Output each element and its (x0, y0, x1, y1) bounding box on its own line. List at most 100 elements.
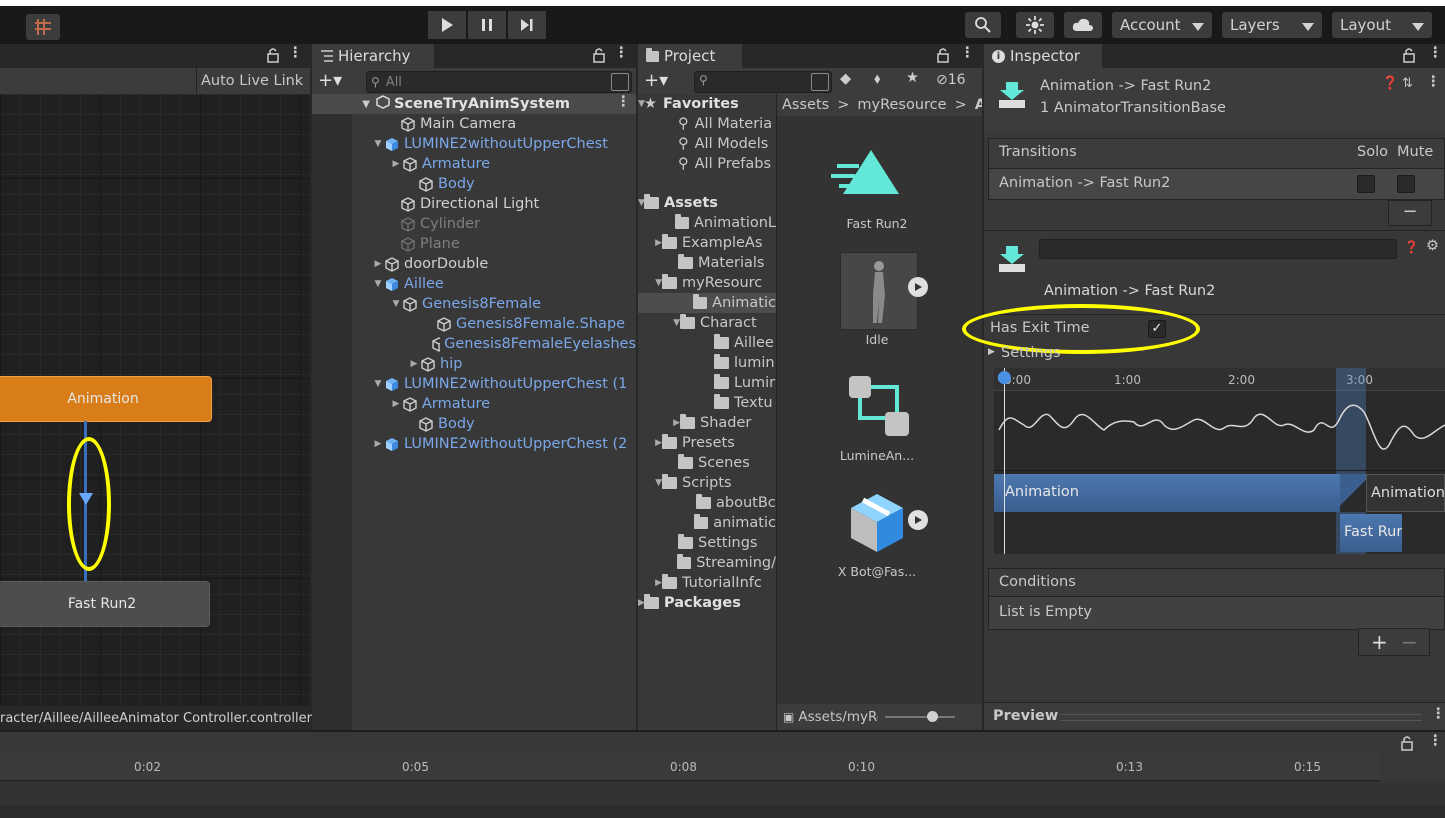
expand-arrow-icon[interactable]: ▶ (638, 438, 662, 448)
hidden-packages-toggle[interactable]: ⊘16 (936, 72, 966, 88)
lock-icon[interactable] (266, 47, 280, 67)
tab-inspector[interactable]: i Inspector (984, 44, 1102, 68)
playhead-marker-icon[interactable]: ⬤ (997, 370, 1012, 385)
project-tree-item[interactable]: ⚲ All Models (638, 134, 776, 154)
project-tree-item[interactable]: Materials (638, 253, 776, 273)
project-tree-item[interactable]: ▼ Charact (638, 313, 776, 333)
expand-arrow-icon[interactable]: ▼ (372, 139, 384, 149)
add-button[interactable]: +▾ (318, 70, 342, 91)
project-tree-item[interactable]: ▶ TutorialInfc (638, 573, 776, 593)
timeline-playhead[interactable] (1004, 368, 1005, 554)
favorite-star-icon[interactable]: ★ (906, 70, 919, 86)
play-preview-button[interactable] (908, 277, 928, 297)
timeline-clip-animation-next[interactable]: Animation (1366, 474, 1445, 512)
hierarchy-item[interactable]: Directional Light (388, 194, 636, 214)
filter-by-label-icon[interactable]: ⬧ (874, 71, 881, 87)
asset-xbot[interactable] (843, 486, 913, 556)
project-tree-item[interactable]: ▼ ★ Favorites (638, 94, 776, 114)
play-button[interactable] (428, 11, 466, 39)
expand-arrow-icon[interactable]: ▼ (638, 278, 662, 288)
expand-arrow-icon[interactable]: ▶ (390, 159, 402, 169)
hierarchy-item[interactable]: ▶ hip (408, 354, 636, 374)
project-tree-item[interactable]: ▶ Presets (638, 433, 776, 453)
account-dropdown[interactable]: Account (1112, 12, 1212, 38)
hierarchy-search-input[interactable]: ⚲ All (366, 71, 632, 93)
collab-button[interactable] (1016, 12, 1054, 38)
hierarchy-item[interactable]: Genesis8Female.Shape (424, 314, 636, 334)
preview-bar[interactable]: Preview ⋮ (984, 702, 1445, 731)
more-menu-icon[interactable]: ⋮ (1428, 733, 1443, 749)
hierarchy-item[interactable]: Body (406, 174, 636, 194)
lock-icon[interactable] (1402, 47, 1416, 67)
hierarchy-item[interactable]: ▼ Aillee (372, 274, 636, 294)
settings-foldout[interactable]: Settings (1001, 345, 1060, 361)
asset-fast-run2[interactable] (827, 146, 907, 226)
pause-button[interactable] (468, 11, 506, 39)
asset-lumine-animator[interactable] (847, 374, 911, 438)
search-filter-icon[interactable] (611, 73, 629, 91)
state-node-animation[interactable]: Animation (0, 376, 212, 422)
hierarchy-item[interactable]: Plane (388, 234, 636, 254)
transition-name-field[interactable] (1039, 239, 1397, 259)
project-tree-item[interactable]: animatic (638, 513, 776, 533)
project-tree-item[interactable]: ⚲ All Prefabs (638, 154, 776, 174)
asset-idle[interactable] (840, 252, 918, 330)
timeline-clip-animation[interactable]: Animation (994, 474, 1340, 512)
time-ruler[interactable]: 0:02 0:05 0:08 0:10 0:13 0:15 (0, 754, 1380, 781)
project-tree-item[interactable]: ▶ Shader (638, 413, 776, 433)
icon-size-slider-thumb[interactable] (927, 711, 938, 722)
step-button[interactable] (508, 11, 546, 39)
expand-arrow-icon[interactable]: ▶ (638, 238, 662, 248)
animator-graph[interactable]: Animation Fast Run2 (0, 94, 310, 706)
expand-arrow-icon[interactable]: ▶ (638, 578, 662, 588)
gear-icon[interactable]: ⚙ (1426, 238, 1439, 254)
project-tree-item[interactable]: Scenes (638, 453, 776, 473)
layers-dropdown[interactable]: Layers (1222, 12, 1322, 38)
hierarchy-item[interactable]: ▶ Armature (390, 154, 636, 174)
tab-hierarchy[interactable]: Hierarchy (312, 44, 434, 68)
remove-transition-button[interactable]: − (1388, 200, 1432, 226)
project-tree-item[interactable]: ▼ Assets (638, 193, 776, 213)
lock-icon[interactable] (592, 47, 606, 67)
more-menu-icon[interactable]: ⋮ (1426, 74, 1441, 90)
project-tree-item[interactable]: aboutBc (638, 493, 776, 513)
help-icon[interactable]: ❓ (1382, 76, 1398, 91)
scene-row[interactable]: ▼ SceneTryAnimSystem ⋮ (312, 94, 636, 114)
breadcrumb-current[interactable]: Ar (975, 97, 982, 113)
lock-icon[interactable] (936, 47, 950, 67)
state-node-fast-run2[interactable]: Fast Run2 (0, 581, 210, 627)
expand-arrow-icon[interactable]: ▼ (390, 299, 402, 309)
tab-project[interactable]: Project (638, 44, 742, 68)
more-menu-icon[interactable]: ⋮ (616, 94, 631, 110)
project-tree-item[interactable]: Textu (638, 393, 776, 413)
project-tree-item[interactable]: ▼ Scripts (638, 473, 776, 493)
add-condition-button[interactable]: + (1371, 630, 1388, 654)
create-button[interactable]: +▾ (644, 70, 668, 91)
project-tree-item[interactable]: Streaming/ (638, 553, 776, 573)
project-tree-item[interactable]: Lumir (638, 373, 776, 393)
expand-arrow-icon[interactable]: ▶ (372, 259, 384, 269)
expand-arrow-icon[interactable]: ▼ (372, 379, 384, 389)
more-menu-icon[interactable]: ⋮ (288, 45, 303, 61)
project-tree-item[interactable]: AnimationL (638, 213, 776, 233)
hierarchy-item[interactable]: ▶ Armature (390, 394, 636, 414)
expand-arrow-icon[interactable]: ▶ (372, 439, 384, 449)
expand-arrow-icon[interactable]: ▼ (638, 478, 662, 488)
project-tree-item[interactable]: ▶ Packages (638, 593, 776, 613)
grid-snap-button[interactable] (26, 14, 60, 40)
more-menu-icon[interactable]: ⋮ (1428, 45, 1443, 61)
project-tree-item[interactable]: lumin (638, 353, 776, 373)
hierarchy-item[interactable]: Cylinder (388, 214, 636, 234)
auto-live-link-button[interactable]: Auto Live Link (196, 68, 310, 94)
project-tree-item[interactable]: ▼ myResourc (638, 273, 776, 293)
timeline-clip-fast-run2[interactable]: Fast Rur (1340, 514, 1402, 552)
transition-timeline[interactable]: 0:00 1:00 2:00 3:00 Animation Animation … (994, 368, 1445, 554)
expand-arrow-icon[interactable]: ▶ (408, 359, 420, 369)
expand-arrow-icon[interactable]: ▶ (390, 399, 402, 409)
more-menu-icon[interactable]: ⋮ (960, 45, 975, 61)
breadcrumb-assets[interactable]: Assets (782, 97, 829, 113)
hierarchy-item[interactable]: ▶ doorDouble (372, 254, 636, 274)
hierarchy-item[interactable]: Genesis8FemaleEyelashes (424, 334, 636, 354)
lock-icon[interactable] (1400, 735, 1414, 755)
project-search-input[interactable]: ⚲ (694, 71, 832, 93)
